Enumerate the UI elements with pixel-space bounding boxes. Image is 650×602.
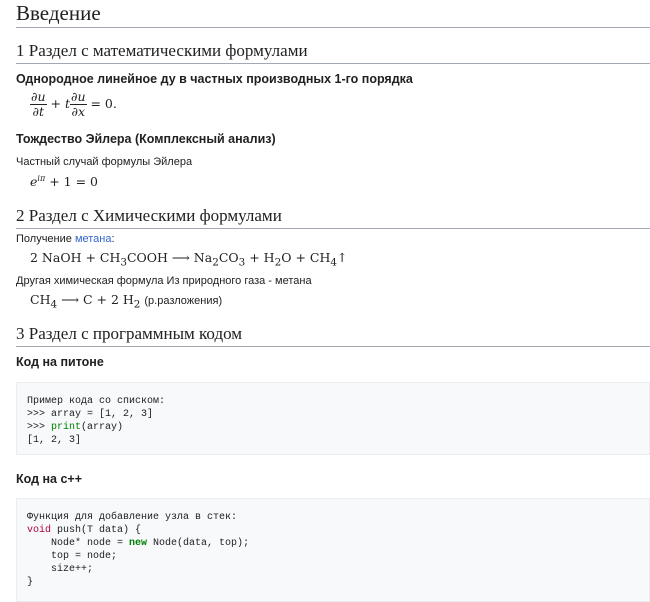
methane-link[interactable]: метана xyxy=(75,233,112,245)
plus-t: + t xyxy=(50,96,70,111)
euler-identity: eiπ + 1 = 0 xyxy=(16,174,650,189)
section1-title: 1 Раздел с математическими формулами xyxy=(16,41,650,64)
code-keyword: void xyxy=(27,525,52,536)
cpp-title: Код на с++ xyxy=(16,472,83,486)
intro-suffix: : xyxy=(111,233,115,245)
code-line: size++; xyxy=(27,564,94,575)
euler-rest: + 1 = 0 xyxy=(49,174,98,190)
code-line: >>> xyxy=(27,422,52,433)
pde-equation: ∂u ∂t + t ∂u ∂x = 0. xyxy=(16,90,650,119)
r1-sub: 3 xyxy=(120,256,127,269)
code-line: Node* node = xyxy=(27,538,130,549)
code-line: >>> array = [1, 2, 3] xyxy=(27,409,154,420)
fraction-du-dx: ∂u ∂x xyxy=(69,89,87,119)
section2-text2: Другая химическая формула Из природного … xyxy=(16,275,312,287)
section1-sub2-title: Тождество Эйлера (Комплексный анализ) xyxy=(16,132,276,146)
chemical-reaction-1: 2 NaOH + CH3COOH ⟶ Na2CO3 + H2O + CH4↑ xyxy=(16,250,650,269)
code-line: push(T data) { xyxy=(51,525,142,536)
section2-intro: Получение метана: xyxy=(16,232,650,246)
section3-title: 3 Раздел с программным кодом xyxy=(16,324,650,347)
r1-part: O + CH xyxy=(281,250,331,265)
fraction-du-dt: ∂u ∂t xyxy=(30,90,47,119)
denominator: ∂x xyxy=(71,104,85,119)
numerator: ∂u xyxy=(30,89,47,105)
numerator: ∂u xyxy=(69,89,87,105)
r1-arrow-up: ↑ xyxy=(336,250,348,265)
code-line: } xyxy=(27,577,34,588)
equals-zero: = 0. xyxy=(90,96,117,111)
chemical-reaction-2: CH4 ⟶ C + 2 H2 (р.разложения) xyxy=(16,292,650,311)
denominator: ∂t xyxy=(32,104,45,119)
r2-sub: 2 xyxy=(133,298,141,311)
r1-sub: 2 xyxy=(212,256,219,269)
heading-intro: Введение xyxy=(16,0,650,28)
section2-title: 2 Раздел с Химическими формулами xyxy=(16,206,650,229)
r1-part: 2 NaOH + CH xyxy=(30,250,121,265)
python-code-block: Пример кода со списком: >>> array = [1, … xyxy=(16,382,650,455)
python-title: Код на питоне xyxy=(16,355,104,369)
r1-part: + H xyxy=(245,250,275,265)
section1-sub1-title: Однородное линейное ду в частных произво… xyxy=(16,72,413,86)
code-line: (array) xyxy=(81,422,124,433)
intro-prefix: Получение xyxy=(16,233,75,245)
code-line: Пример кода со списком: xyxy=(27,396,166,407)
cpp-code-block: Функция для добавление узла в стек: void… xyxy=(16,498,650,602)
code-line: top = node; xyxy=(27,551,118,562)
r2-note: (р.разложения) xyxy=(144,295,223,307)
section1-sub2-text: Частный случай формулы Эйлера xyxy=(16,156,193,168)
euler-exponent: iπ xyxy=(37,174,46,183)
code-line: [1, 2, 3] xyxy=(27,435,82,446)
r2-part: ⟶ C + 2 H xyxy=(57,292,134,307)
r1-sub: 4 xyxy=(330,256,337,269)
code-line: Функция для добавление узла в стек: xyxy=(27,512,238,523)
code-keyword: print xyxy=(51,422,82,433)
r2-part: CH xyxy=(30,292,51,307)
code-line: Node(data, top); xyxy=(147,538,250,549)
r1-part: CO xyxy=(218,250,239,265)
code-keyword: new xyxy=(129,538,148,549)
r1-part: COOH ⟶ Na xyxy=(126,250,213,265)
